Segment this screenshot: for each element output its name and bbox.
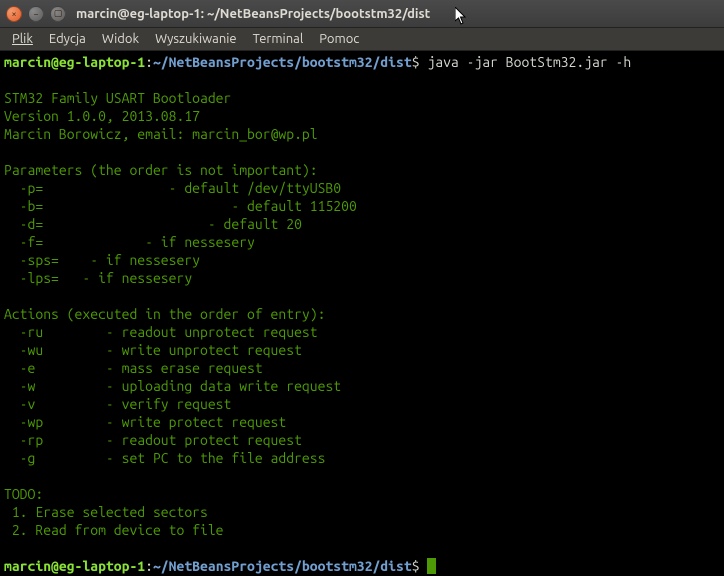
command-text: java -jar BootStm32.jar -h [427, 54, 631, 70]
terminal-output-line: 2. Read from device to file [4, 521, 720, 539]
terminal-output-line: Marcin Borowicz, email: marcin_bor@wp.pl [4, 125, 720, 143]
terminal-output-line: Parameters (the order is not important): [4, 161, 720, 179]
terminal-output-line: -e - mass erase request [4, 359, 720, 377]
menu-widok[interactable]: Widok [94, 30, 147, 48]
terminal-line: marcin@eg-laptop-1:~/NetBeansProjects/bo… [4, 557, 720, 575]
terminal-output-line [4, 467, 720, 485]
terminal-output-line: -g - set PC to the file address [4, 449, 720, 467]
prompt-sym: $ [412, 54, 428, 70]
menubar: Plik Edycja Widok Wyszukiwanie Terminal … [0, 28, 724, 51]
terminal-output-line: 1. Erase selected sectors [4, 503, 720, 521]
terminal-output-line [4, 71, 720, 89]
window-titlebar: × − ▢ marcin@eg-laptop-1: ~/NetBeansProj… [0, 0, 724, 28]
terminal-output-line: STM32 Family USART Bootloader [4, 89, 720, 107]
menu-edycja[interactable]: Edycja [41, 30, 94, 48]
prompt-user: marcin@eg-laptop-1 [4, 54, 145, 70]
cursor-block [427, 558, 436, 574]
terminal-output-line: -sps= - if nessesery [4, 251, 720, 269]
mouse-cursor-icon [455, 7, 469, 28]
terminal-line: marcin@eg-laptop-1:~/NetBeansProjects/bo… [4, 53, 720, 71]
menu-plik[interactable]: Plik [4, 30, 41, 48]
terminal-output-line [4, 287, 720, 305]
terminal-output-line [4, 539, 720, 557]
terminal-output-line [4, 143, 720, 161]
terminal-output-line: -wu - write unprotect request [4, 341, 720, 359]
terminal-output-line: -wp - write protect request [4, 413, 720, 431]
maximize-icon[interactable]: ▢ [50, 6, 66, 22]
prompt-sym: $ [412, 558, 428, 574]
terminal-output-line: -w - uploading data write request [4, 377, 720, 395]
terminal-output-line: -f= - if nessesery [4, 233, 720, 251]
terminal-output-line: -b= - default 115200 [4, 197, 720, 215]
terminal-output-line: -lps= - if nessesery [4, 269, 720, 287]
window-controls: × − ▢ [6, 6, 66, 22]
window-title: marcin@eg-laptop-1: ~/NetBeansProjects/b… [76, 7, 430, 21]
terminal-output-line: -p= - default /dev/ttyUSB0 [4, 179, 720, 197]
menu-pomoc[interactable]: Pomoc [311, 30, 367, 48]
prompt-user: marcin@eg-laptop-1 [4, 558, 145, 574]
terminal-output-line: TODO: [4, 485, 720, 503]
terminal-viewport[interactable]: marcin@eg-laptop-1:~/NetBeansProjects/bo… [0, 51, 724, 576]
menu-terminal[interactable]: Terminal [245, 30, 312, 48]
close-icon[interactable]: × [6, 6, 22, 22]
terminal-output-line: -ru - readout unprotect request [4, 323, 720, 341]
prompt-path: ~/NetBeansProjects/bootstm32/dist [153, 54, 412, 70]
minimize-icon[interactable]: − [28, 6, 44, 22]
prompt-sep: : [145, 558, 153, 574]
terminal-output-line: Actions (executed in the order of entry)… [4, 305, 720, 323]
terminal-output-line: -v - verify request [4, 395, 720, 413]
prompt-path: ~/NetBeansProjects/bootstm32/dist [153, 558, 412, 574]
prompt-sep: : [145, 54, 153, 70]
menu-wyszukiwanie[interactable]: Wyszukiwanie [147, 30, 245, 48]
terminal-output-line: -rp - readout protect request [4, 431, 720, 449]
terminal-output-line: -d= - default 20 [4, 215, 720, 233]
terminal-output-line: Version 1.0.0, 2013.08.17 [4, 107, 720, 125]
